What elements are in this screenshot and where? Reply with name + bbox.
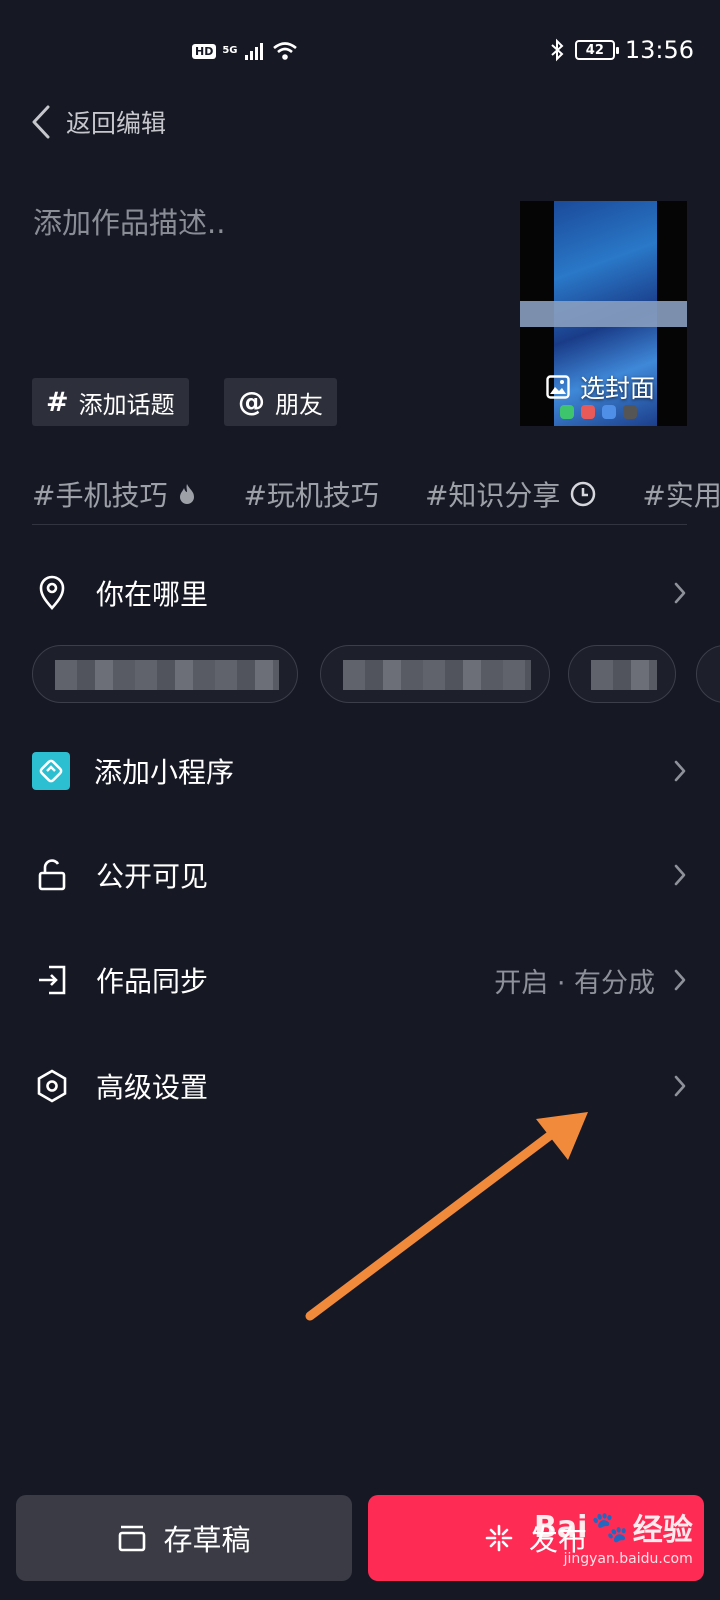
- publish-page: HD 5G 42 13:56 返回编辑 添加作品描述.. 选封面 # 添加话题 …: [0, 0, 720, 1600]
- advanced-settings-row[interactable]: 高级设置: [32, 1056, 687, 1116]
- location-chip[interactable]: [568, 645, 676, 703]
- save-draft-label: 存草稿: [163, 1523, 251, 1557]
- draft-box-icon: [119, 1525, 146, 1552]
- hashtag-label: #玩机技巧: [243, 479, 379, 512]
- divider: [32, 524, 687, 525]
- visibility-row[interactable]: 公开可见: [32, 845, 687, 905]
- paw-icon: 🐾: [591, 1509, 629, 1545]
- sparkle-icon: [485, 1524, 513, 1552]
- description-input[interactable]: 添加作品描述..: [33, 200, 225, 242]
- watermark-url: jingyan.baidu.com: [563, 1551, 693, 1567]
- watermark-brand-text: Bai: [534, 1509, 588, 1545]
- chevron-right-icon: [674, 969, 686, 991]
- fire-icon: [180, 484, 195, 504]
- sync-row[interactable]: 作品同步 开启 · 有分成: [32, 950, 687, 1010]
- location-chip[interactable]: [696, 645, 720, 703]
- watermark-brand-suffix: 经验: [632, 1513, 693, 1548]
- sync-label: 作品同步: [96, 965, 209, 998]
- hash-icon: #: [46, 386, 69, 418]
- hashtag-item[interactable]: #知识分享: [425, 472, 596, 516]
- location-chip[interactable]: [32, 645, 298, 703]
- location-row[interactable]: 你在哪里: [32, 563, 687, 623]
- hashtag-item[interactable]: #实用小: [642, 472, 720, 516]
- hashtag-item[interactable]: #手机技巧: [32, 472, 197, 516]
- location-pin-icon: [32, 573, 72, 613]
- chevron-right-icon: [674, 1075, 686, 1097]
- hashtag-suggestions: #手机技巧 #玩机技巧 #知识分享 #实用小: [32, 472, 720, 516]
- hashtag-label: #知识分享: [424, 479, 561, 512]
- hashtag-label: #实用小: [642, 479, 720, 512]
- location-suggestions: [32, 645, 720, 705]
- status-right: 42 13:56: [549, 36, 694, 64]
- add-topic-chip[interactable]: # 添加话题: [32, 378, 189, 426]
- cover-label-text: 选封面: [580, 374, 656, 403]
- cover-picker[interactable]: 选封面: [520, 201, 687, 426]
- cover-blur-strip: [520, 301, 687, 327]
- visibility-label: 公开可见: [96, 860, 209, 893]
- cover-dock: [560, 405, 637, 419]
- chevron-right-icon: [674, 582, 686, 604]
- mini-program-row[interactable]: 添加小程序: [32, 741, 687, 801]
- network-label: 5G: [222, 45, 238, 56]
- save-draft-button[interactable]: 存草稿: [16, 1495, 352, 1581]
- battery-indicator: 42: [574, 40, 619, 60]
- hexagon-settings-icon: [32, 1066, 72, 1106]
- mini-program-icon: [32, 752, 70, 790]
- clock-icon: [571, 481, 596, 507]
- mention-friend-chip[interactable]: @ 朋友: [224, 378, 337, 426]
- hashtag-item[interactable]: #玩机技巧: [243, 472, 378, 516]
- wifi-icon: [272, 42, 297, 60]
- cover-label: 选封面: [546, 369, 655, 405]
- watermark-brand: Bai 🐾 经验: [534, 1505, 693, 1549]
- location-label: 你在哪里: [96, 578, 209, 611]
- signal-icon: [244, 43, 263, 60]
- bluetooth-icon: [551, 38, 564, 62]
- clock: 13:56: [624, 36, 694, 64]
- hd-badge: HD: [192, 43, 217, 59]
- location-chip[interactable]: [320, 645, 550, 703]
- sync-export-icon: [32, 960, 72, 1000]
- unlock-icon: [32, 855, 72, 895]
- chevron-right-icon: [674, 864, 686, 886]
- back-label: 返回编辑: [66, 109, 167, 138]
- chevron-left-icon: [32, 105, 50, 139]
- watermark: Bai 🐾 经验 jingyan.baidu.com: [534, 1505, 693, 1568]
- status-left: HD 5G: [192, 40, 298, 62]
- image-icon: [546, 375, 570, 399]
- at-icon: @: [238, 386, 265, 418]
- back-button[interactable]: 返回编辑: [30, 104, 166, 140]
- advanced-settings-label: 高级设置: [96, 1071, 209, 1104]
- add-topic-label: 添加话题: [78, 390, 175, 419]
- sync-value: 开启 · 有分成: [494, 967, 655, 999]
- chevron-right-icon: [674, 760, 686, 782]
- hashtag-label: #手机技巧: [32, 479, 168, 512]
- status-bar: HD 5G 42 13:56: [0, 30, 720, 78]
- mention-friend-label: 朋友: [275, 390, 323, 419]
- mini-program-label: 添加小程序: [94, 756, 235, 789]
